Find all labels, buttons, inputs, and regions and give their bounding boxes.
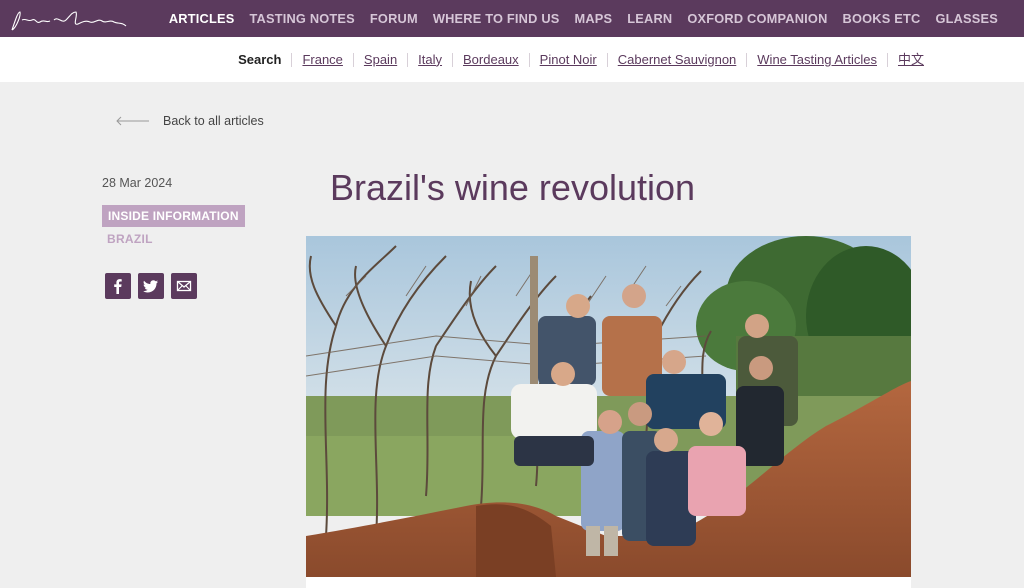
nav-oxford-companion[interactable]: OXFORD COMPANION [687, 11, 827, 26]
nav-articles[interactable]: ARTICLES [169, 11, 235, 26]
secondary-navigation-bar: Search France Spain Italy Bordeaux Pinot… [0, 37, 1024, 82]
subnav-chinese[interactable]: 中文 [886, 52, 934, 67]
logo-signature-icon [11, 11, 127, 31]
top-navigation-bar: ARTICLES TASTING NOTES FORUM WHERE TO FI… [0, 0, 1024, 37]
nav-maps[interactable]: MAPS [575, 11, 613, 26]
region-tag[interactable]: BRAZIL [107, 232, 153, 246]
category-badge[interactable]: INSIDE INFORMATION [102, 205, 245, 227]
arrow-left-icon [116, 116, 149, 126]
article-title: Brazil's wine revolution [330, 167, 696, 208]
nav-glasses[interactable]: GLASSES [935, 11, 998, 26]
nav-tasting-notes[interactable]: TASTING NOTES [249, 11, 354, 26]
subnav-italy[interactable]: Italy [407, 52, 452, 67]
subnav-bordeaux[interactable]: Bordeaux [452, 52, 529, 67]
subnav-cabernet-sauvignon[interactable]: Cabernet Sauvignon [606, 52, 747, 67]
image-caption-area [306, 577, 911, 588]
back-link-label: Back to all articles [163, 114, 264, 128]
subnav-france[interactable]: France [291, 52, 352, 67]
subnav-wine-tasting-articles[interactable]: Wine Tasting Articles [746, 52, 887, 67]
article-hero-image [306, 236, 911, 577]
nav-learn[interactable]: LEARN [627, 11, 672, 26]
vineyard-group-photo [306, 236, 911, 577]
sub-nav: Search France Spain Italy Bordeaux Pinot… [228, 37, 934, 82]
back-to-articles-link[interactable]: Back to all articles [115, 114, 264, 128]
main-nav: ARTICLES TASTING NOTES FORUM WHERE TO FI… [169, 0, 998, 37]
nav-books-etc[interactable]: BOOKS ETC [843, 11, 921, 26]
email-icon [176, 280, 192, 292]
nav-forum[interactable]: FORUM [370, 11, 418, 26]
share-buttons [105, 273, 197, 299]
subnav-search[interactable]: Search [228, 52, 291, 67]
facebook-icon [114, 279, 122, 294]
article-date: 28 Mar 2024 [102, 176, 173, 190]
subnav-spain[interactable]: Spain [352, 52, 407, 67]
site-logo[interactable] [6, 6, 132, 34]
facebook-share-button[interactable] [105, 273, 131, 299]
twitter-icon [143, 280, 158, 293]
twitter-share-button[interactable] [138, 273, 164, 299]
email-share-button[interactable] [171, 273, 197, 299]
subnav-pinot-noir[interactable]: Pinot Noir [528, 52, 607, 67]
nav-where-to-find-us[interactable]: WHERE TO FIND US [433, 11, 560, 26]
